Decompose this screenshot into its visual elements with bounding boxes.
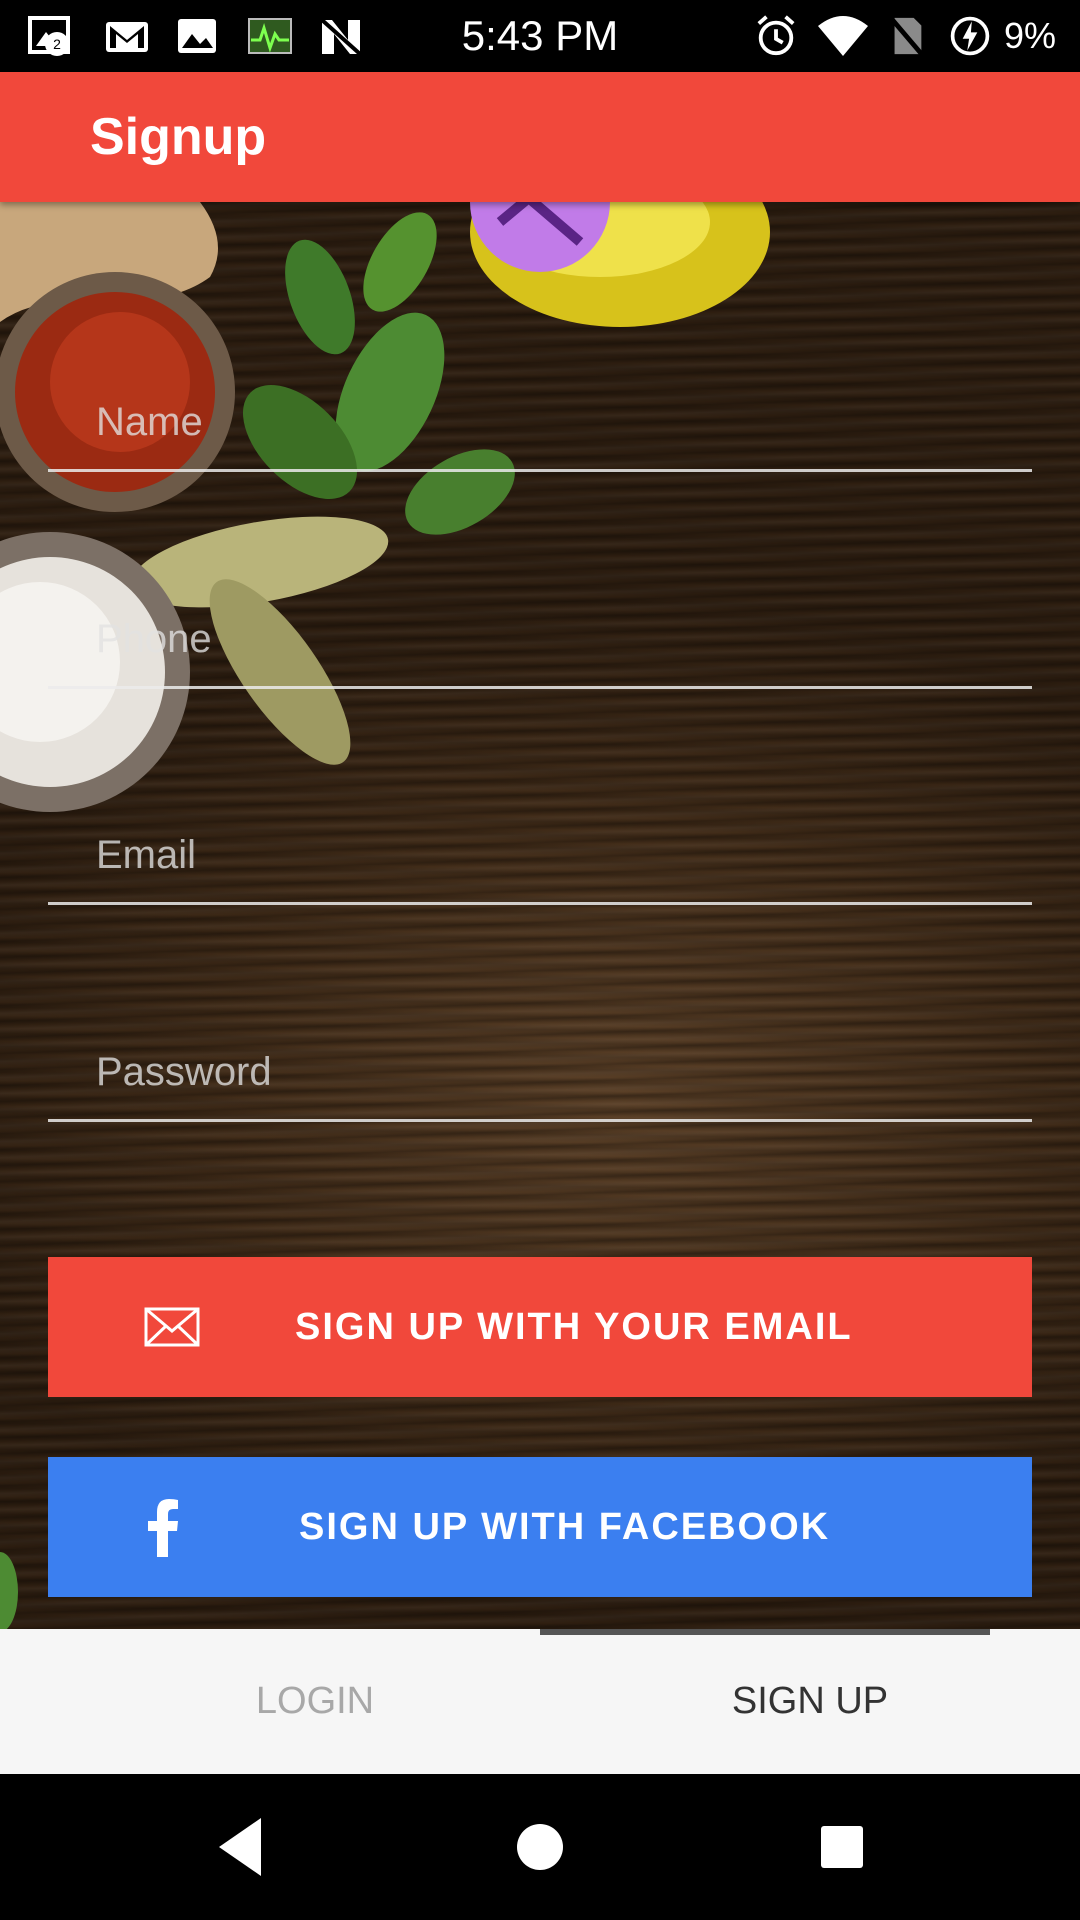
status-bar: 2 5:43 PM 9% xyxy=(0,0,1080,72)
email-field[interactable]: Email xyxy=(48,815,1032,905)
email-placeholder: Email xyxy=(96,833,197,877)
signup-form-area: Name Phone Email Password SIGN UP WITH Y… xyxy=(0,202,1080,1629)
password-field[interactable]: Password xyxy=(48,1032,1032,1122)
signup-facebook-button[interactable]: SIGN UP WITH FACEBOOK xyxy=(48,1457,1032,1597)
phone-placeholder: Phone xyxy=(96,617,212,661)
wifi-icon xyxy=(818,16,868,56)
page-title: Signup xyxy=(90,108,267,166)
facebook-icon xyxy=(148,1499,178,1557)
name-field[interactable]: Name xyxy=(48,382,1032,472)
recents-icon[interactable] xyxy=(817,1814,867,1880)
tab-login[interactable]: LOGIN xyxy=(90,1629,540,1774)
battery-charging-icon xyxy=(950,16,990,56)
back-icon[interactable] xyxy=(215,1814,265,1880)
alarm-icon xyxy=(757,15,795,56)
no-sim-icon xyxy=(888,16,926,58)
home-icon[interactable] xyxy=(515,1814,565,1880)
battery-percentage: 9% xyxy=(1003,15,1056,56)
bottom-tab-bar: LOGIN SIGN UP xyxy=(0,1629,1080,1774)
app-bar: Signup xyxy=(0,72,1080,202)
phone-field[interactable]: Phone xyxy=(48,599,1032,689)
tab-signup[interactable]: SIGN UP xyxy=(540,1629,1080,1774)
signup-facebook-label: SIGN UP WITH FACEBOOK xyxy=(299,1506,831,1548)
signup-email-button[interactable]: SIGN UP WITH YOUR EMAIL xyxy=(48,1257,1032,1397)
signup-email-label: SIGN UP WITH YOUR EMAIL xyxy=(295,1306,853,1348)
password-placeholder: Password xyxy=(96,1050,272,1094)
name-placeholder: Name xyxy=(96,400,203,444)
envelope-icon xyxy=(144,1307,200,1347)
system-nav-bar xyxy=(0,1774,1080,1920)
